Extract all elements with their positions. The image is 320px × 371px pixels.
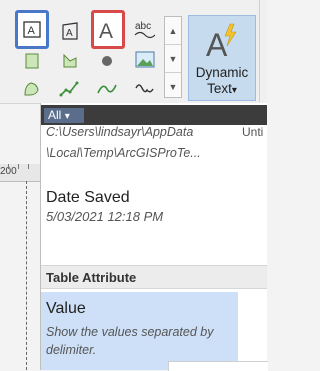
- svg-text:A: A: [99, 20, 113, 43]
- line-icon: [59, 81, 79, 97]
- svg-text:A: A: [66, 28, 73, 39]
- curved-text-button[interactable]: abc: [131, 16, 159, 42]
- abc-curved-text-icon: abc: [134, 21, 156, 39]
- value-item-title: Value: [46, 300, 86, 317]
- ribbon-divider: [259, 0, 260, 102]
- rectangle-icon: [25, 53, 39, 69]
- path-extra: Unti: [242, 125, 264, 139]
- circle-icon: [102, 56, 112, 66]
- dynamic-text-label: Dynamic Text▾: [189, 65, 255, 99]
- rectangle-text-button[interactable]: A: [15, 10, 49, 49]
- date-saved-title[interactable]: Date Saved: [46, 189, 130, 207]
- text-box-icon: A: [23, 21, 41, 38]
- polygon-text-button[interactable]: A: [56, 18, 84, 44]
- image-icon: [135, 51, 155, 68]
- circle-button[interactable]: [93, 48, 121, 74]
- svg-text:abc: abc: [135, 21, 151, 32]
- dynamic-text-icon: A: [206, 23, 237, 60]
- filter-label: All: [48, 108, 62, 122]
- line-button[interactable]: [56, 76, 84, 102]
- page-margin-guide: [26, 181, 27, 370]
- section-header-label: Table Attribute: [46, 270, 137, 285]
- section-header: Table Attribute: [41, 265, 267, 289]
- dynamic-text-button[interactable]: A Dynamic Text▾: [188, 15, 256, 101]
- chevron-down-icon: ▾: [64, 111, 70, 122]
- dynamic-text-line2: Text▾: [207, 81, 237, 96]
- ruler: 200: [0, 164, 40, 182]
- path-line-1: C:\Users\lindsayr\AppData: [46, 125, 194, 139]
- picture-button[interactable]: [131, 47, 159, 73]
- gallery-expand[interactable]: ▼: [165, 73, 181, 100]
- straight-text-button[interactable]: A: [91, 10, 125, 49]
- ruler-tick: [28, 164, 29, 169]
- dynamic-text-line1: Dynamic: [195, 65, 249, 80]
- text-box-icon-2: A: [62, 22, 78, 40]
- date-saved-value[interactable]: 5/03/2021 12:18 PM: [46, 209, 163, 224]
- chevron-down-icon: ▾: [231, 85, 237, 96]
- polygon-icon: [63, 53, 77, 68]
- path-line-2: \Local\Temp\ArcGISProTe...: [46, 146, 201, 160]
- ruler-tick: [8, 164, 9, 169]
- svg-text:A: A: [28, 25, 36, 37]
- svg-text:A: A: [206, 27, 228, 60]
- value-item-description: Show the values separated by delimiter.: [46, 325, 214, 357]
- gallery-scroll-up[interactable]: ▲: [165, 17, 181, 45]
- gallery-scroll[interactable]: ▲ ▼ ▼: [164, 16, 182, 98]
- freehand-icon: [135, 84, 154, 93]
- filter-bar: All ▾: [41, 105, 267, 125]
- ribbon: A A A abc ▲ ▼ ▼ A Dynamic Text▾: [0, 0, 267, 104]
- curve-icon: [97, 84, 117, 94]
- text-a-icon: A: [99, 20, 113, 43]
- lasso-button[interactable]: [18, 76, 46, 102]
- dynamic-text-dropdown: All ▾ C:\Users\lindsayr\AppData Unti \Lo…: [40, 103, 267, 370]
- gallery-scroll-down[interactable]: ▼: [165, 45, 181, 73]
- filter-all-dropdown[interactable]: All ▾: [44, 108, 84, 123]
- value-item[interactable]: Value Show the values separated by delim…: [41, 292, 238, 370]
- polygon-button[interactable]: [56, 48, 84, 74]
- ruler-tick: [18, 164, 19, 169]
- rectangle-button[interactable]: [18, 48, 46, 74]
- lasso-icon: [24, 82, 39, 96]
- freehand-button[interactable]: [131, 76, 159, 102]
- curve-button[interactable]: [93, 76, 121, 102]
